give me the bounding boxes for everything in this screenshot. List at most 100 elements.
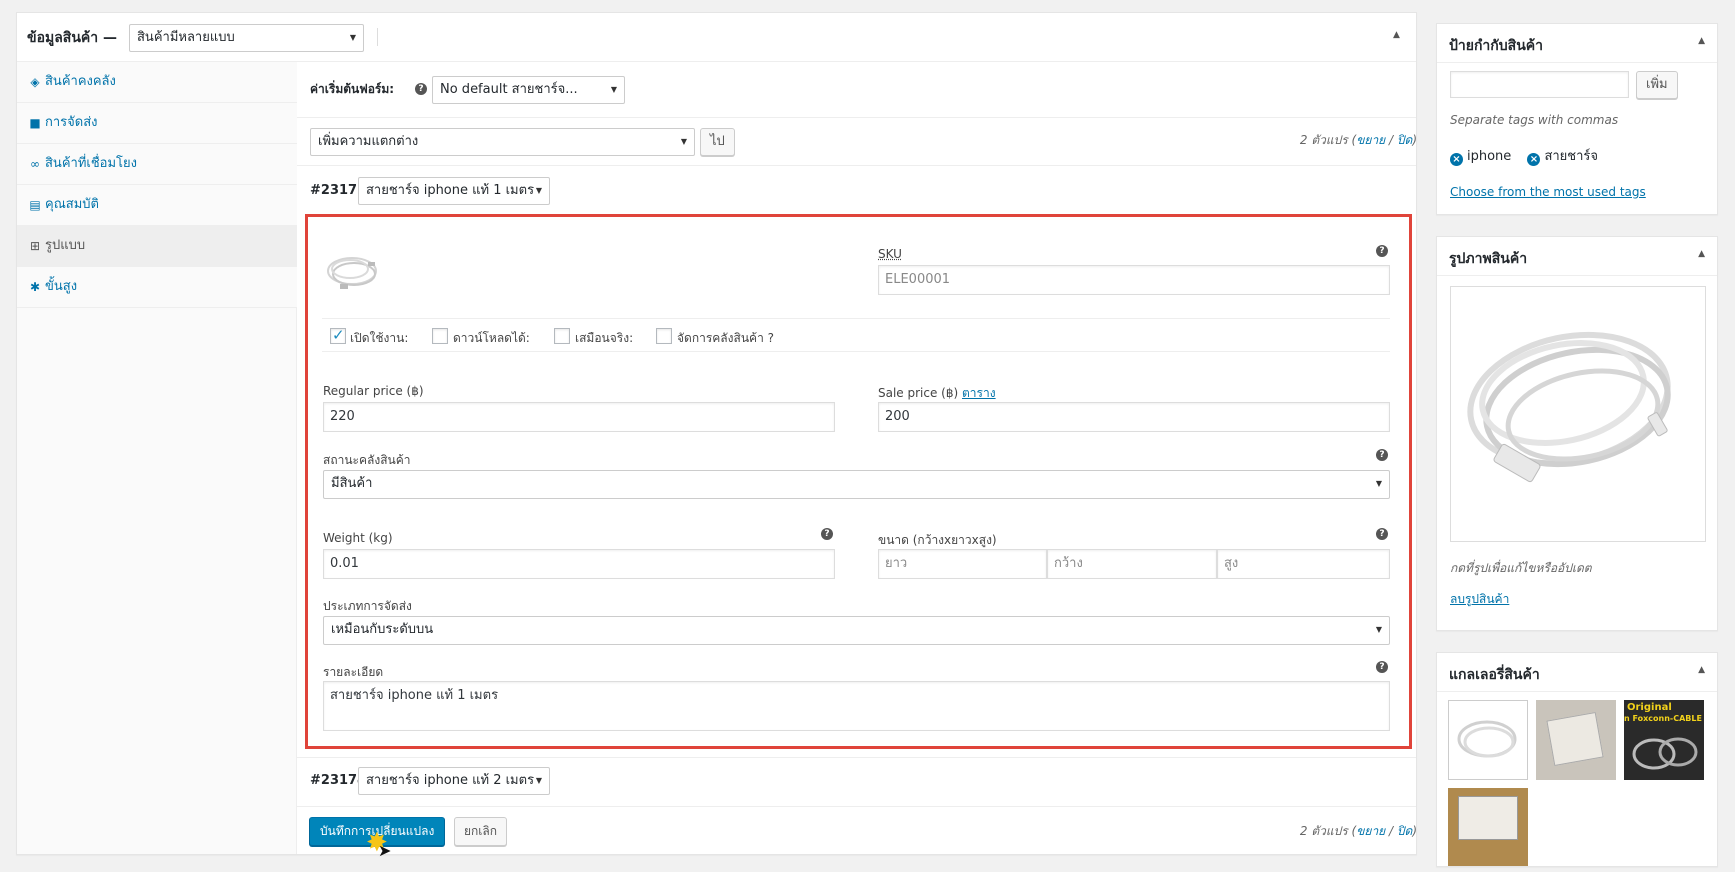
product-type-select[interactable]: สินค้ามีหลายแบบ (129, 24, 364, 52)
help-icon: ? (1376, 661, 1388, 673)
slash-text-2: / (1385, 824, 1397, 838)
product-type-select-value: สินค้ามีหลายแบบ (137, 30, 235, 45)
sku-placeholder: ELE00001 (885, 272, 951, 287)
regular-price-input[interactable]: 220 (323, 402, 835, 432)
cable-image (1467, 331, 1671, 483)
close-link[interactable]: ปิด (1397, 133, 1412, 147)
tags-title-divider (1437, 62, 1717, 63)
shipping-class-label: ประเภทการจัดส่ง (323, 599, 412, 613)
cable-image (327, 257, 377, 289)
variation-count-suffix-2: ) (1412, 824, 1417, 838)
variation-count-suffix: ) (1412, 133, 1417, 147)
tab-inventory-label: สินค้าคงคลัง (45, 74, 116, 89)
enabled-label: เปิดใช้งาน: (350, 331, 409, 345)
go-button[interactable]: ไป (700, 128, 735, 156)
shipping-class-select[interactable]: เหมือนกับระดับบน (323, 616, 1390, 645)
tab-linked-label: สินค้าที่เชื่อมโยง (45, 156, 137, 171)
tag-iphone-label: iphone (1467, 149, 1512, 164)
slash-text: / (1385, 133, 1397, 147)
sale-price-input[interactable]: 200 (878, 402, 1390, 432)
close-link-2[interactable]: ปิด (1397, 824, 1412, 838)
tab-shipping-label: การจัดส่ง (45, 115, 98, 130)
remove-image-link[interactable]: ลบรูปสินค้า (1450, 590, 1509, 609)
add-variation-select[interactable]: เพิ่มความแตกต่าง (310, 128, 695, 156)
length-input[interactable]: ยาว (878, 549, 1047, 579)
tab-linked-products[interactable]: ∞ สินค้าที่เชื่อมโยง (17, 144, 297, 185)
product-image-title: รูปภาพสินค้า (1449, 251, 1528, 267)
weight-input[interactable]: 0.01 (323, 549, 835, 579)
tab-inventory[interactable]: ◈ สินค้าคงคลัง (17, 62, 297, 103)
tab-variations[interactable]: ⊞ รูปแบบ (17, 226, 297, 267)
sale-price-value: 200 (885, 409, 910, 424)
tab-shipping[interactable]: ■ การจัดส่ง (17, 103, 297, 144)
sale-price-label-text: Sale price (฿) (878, 386, 959, 400)
collapse-arrow-icon[interactable]: ▲ (1698, 36, 1705, 46)
default-form-select[interactable]: No default สายชาร์จ... (432, 76, 625, 104)
variation-count-prefix: 2 ตัวแปร ( (1299, 133, 1357, 147)
default-form-select-value: No default สายชาร์จ... (440, 82, 578, 97)
collapse-arrow-icon[interactable]: ▲ (1698, 249, 1705, 259)
variation2-bottom-divider (297, 806, 1416, 807)
sku-input[interactable]: ELE00001 (878, 265, 1390, 295)
tag-charger: × สายชาร์จ (1527, 149, 1599, 166)
description-label: รายละเอียด (323, 665, 384, 679)
gallery-title-divider (1437, 691, 1717, 692)
variation-attribute-select[interactable]: สายชาร์จ iphone แท้ 1 เมตร (358, 177, 550, 205)
help-icon: ? (1376, 245, 1388, 257)
gallery-thumb[interactable] (1448, 788, 1528, 866)
variation-attribute-value-2: สายชาร์จ iphone แท้ 2 เมตร (366, 773, 535, 788)
tag-input[interactable] (1450, 71, 1629, 98)
product-tags-title: ป้ายกำกับสินค้า (1449, 38, 1543, 54)
variation-attribute-value: สายชาร์จ iphone แท้ 1 เมตร (366, 183, 535, 198)
variation-count-bottom: 2 ตัวแปร (ขยาย / ปิด) (1300, 822, 1417, 841)
product-gallery-title: แกลเลอรี่สินค้า (1449, 667, 1540, 683)
width-input[interactable]: กว้าง (1047, 549, 1217, 579)
tab-attributes[interactable]: ▤ คุณสมบัติ (17, 185, 297, 226)
variation-count-top: 2 ตัวแปร (ขยาย / ปิด) (1300, 131, 1417, 150)
product-image-box: รูปภาพสินค้า ▲ กดที่รูปเพื่อแก้ไขหรืออัป… (1436, 236, 1718, 631)
tag-charger-label: สายชาร์จ (1544, 149, 1599, 164)
enabled-checkbox[interactable] (330, 326, 346, 344)
add-tag-button[interactable]: เพิ่ม (1636, 71, 1678, 99)
remove-tag-icon[interactable]: × (1450, 153, 1463, 166)
tag-iphone: × iphone (1450, 149, 1512, 166)
manage-stock-label: จัดการคลังสินค้า ? (677, 331, 774, 345)
add-variation-divider (297, 165, 1416, 166)
weight-label: Weight (kg) (323, 531, 393, 545)
height-input[interactable]: สูง (1217, 549, 1390, 579)
gallery-thumb[interactable]: Original n Foxconn-CABLE (1624, 700, 1704, 780)
description-textarea[interactable]: สายชาร์จ iphone แท้ 1 เมตร (323, 681, 1390, 731)
expand-link-2[interactable]: ขยาย (1356, 824, 1385, 838)
manage-stock-checkbox[interactable] (656, 328, 672, 344)
cable-image (1457, 720, 1517, 758)
cancel-button[interactable]: ยกเลิก (454, 817, 508, 846)
sale-price-label: Sale price (฿) ตาราง (878, 384, 996, 403)
gallery-thumb[interactable] (1448, 700, 1528, 780)
box-image (1546, 712, 1604, 766)
stock-status-select[interactable]: มีสินค้า (323, 470, 1390, 499)
downloadable-checkbox[interactable] (432, 328, 448, 344)
product-image[interactable] (1450, 286, 1706, 542)
tab-advanced[interactable]: ✱ ขั้นสูง (17, 267, 297, 308)
gallery-thumb[interactable] (1536, 700, 1616, 780)
most-used-tags-link[interactable]: Choose from the most used tags (1450, 185, 1646, 199)
variation-attribute-select-2[interactable]: สายชาร์จ iphone แท้ 2 เมตร (358, 767, 550, 795)
tab-advanced-label: ขั้นสูง (45, 279, 78, 294)
image-hint: กดที่รูปเพื่อแก้ไขหรืออัปเดต (1450, 561, 1592, 575)
tag-icon: ◈ (30, 75, 40, 89)
collapse-arrow-icon[interactable]: ▲ (1393, 30, 1400, 40)
box-image (1458, 796, 1518, 840)
variation1-bottom-divider (297, 757, 1416, 758)
product-gallery-box: แกลเลอรี่สินค้า ▲ Original n Foxconn-CAB… (1436, 652, 1718, 867)
expand-link[interactable]: ขยาย (1356, 133, 1385, 147)
regular-price-value: 220 (330, 409, 355, 424)
product-data-title: ข้อมูลสินค้า — (27, 30, 118, 46)
remove-tag-icon[interactable]: × (1527, 153, 1541, 166)
virtual-checkbox[interactable] (554, 328, 570, 344)
collapse-arrow-icon[interactable]: ▲ (1698, 665, 1705, 675)
variation-image-thumbnail[interactable] (322, 244, 390, 302)
thumb-caption-original: Original (1627, 702, 1672, 713)
width-placeholder: กว้าง (1054, 556, 1083, 571)
schedule-link[interactable]: ตาราง (962, 386, 996, 400)
weight-value: 0.01 (330, 556, 359, 571)
